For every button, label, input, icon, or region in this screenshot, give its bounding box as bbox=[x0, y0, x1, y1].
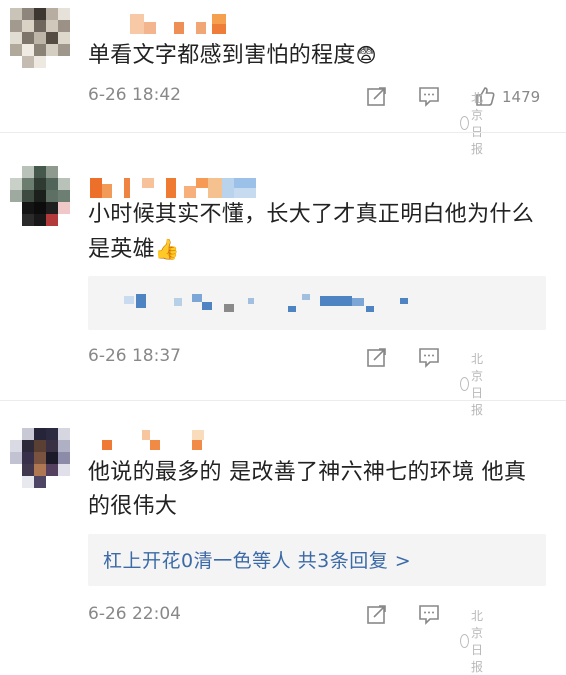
source-watermark: 北京日报 bbox=[460, 607, 492, 675]
comment-timestamp: 6-26 18:37 bbox=[88, 346, 181, 366]
reply-summary-link[interactable]: 杠上开花0清一色等人 共3条回复 > bbox=[103, 546, 411, 573]
divider bbox=[0, 132, 566, 133]
comment-timestamp: 6-26 18:42 bbox=[88, 85, 181, 105]
share-icon[interactable] bbox=[366, 346, 388, 368]
comment-item: 小时候其实不懂，长大了才真正明白他为什么是英雄👍 6-26 18:37 北京日报 bbox=[0, 160, 566, 417]
comment-item: 他说的最多的 是改善了神六神七的环境 他真的很伟大 杠上开花0清一色等人 共3条… bbox=[0, 420, 566, 674]
divider bbox=[0, 400, 566, 401]
reply-thread-summary[interactable]: 杠上开花0清一色等人 共3条回复 > bbox=[88, 534, 546, 586]
wechat-logo-icon bbox=[460, 377, 469, 391]
wechat-logo-icon bbox=[460, 634, 469, 648]
comment-icon[interactable] bbox=[418, 85, 440, 107]
comment-icon[interactable] bbox=[418, 346, 440, 368]
share-icon[interactable] bbox=[366, 603, 388, 625]
like-count: 1479 bbox=[502, 88, 541, 106]
comment-text: 他说的最多的 是改善了神六神七的环境 他真的很伟大 bbox=[88, 460, 527, 519]
avatar[interactable] bbox=[10, 428, 70, 488]
share-icon[interactable] bbox=[366, 85, 388, 107]
comment-timestamp: 6-26 22:04 bbox=[88, 604, 181, 624]
source-watermark: 北京日报 bbox=[460, 89, 492, 157]
reply-preview-redacted[interactable] bbox=[88, 276, 546, 330]
source-watermark: 北京日报 bbox=[460, 350, 492, 418]
avatar[interactable] bbox=[10, 8, 70, 68]
comment-icon[interactable] bbox=[418, 603, 440, 625]
comment-text: 单看文字都感到害怕的程度😨 bbox=[88, 38, 548, 73]
avatar[interactable] bbox=[10, 166, 70, 226]
wechat-logo-icon bbox=[460, 116, 469, 130]
thumbs-up-emoji: 👍 bbox=[154, 237, 181, 261]
fearful-face-emoji: 😨 bbox=[355, 43, 377, 67]
comment-item: 单看文字都感到害怕的程度😨 6-26 18:42 1479 北京日报 bbox=[0, 0, 566, 156]
comment-text: 小时候其实不懂，长大了才真正明白他为什么是英雄👍 bbox=[88, 198, 548, 267]
